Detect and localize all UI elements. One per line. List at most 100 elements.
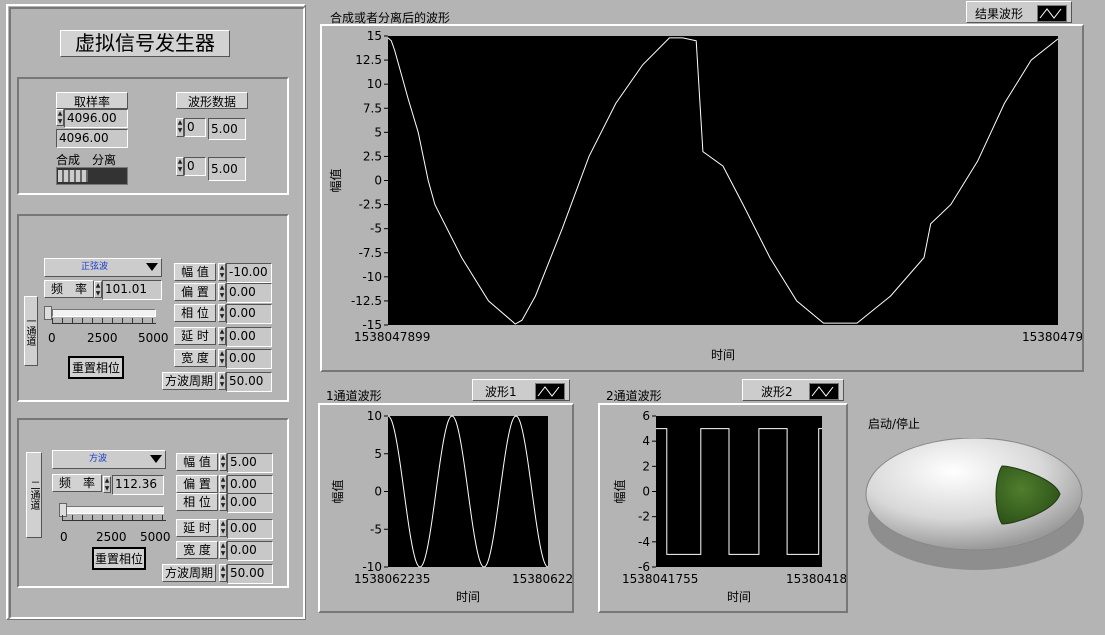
channel2-freq-spinner[interactable]: ▲ ▼ [103,476,111,493]
y-tick-label: -12.5 [351,294,382,308]
ch2-chart: 6420-2-4-615380417551538041856时间幅值 [612,409,846,604]
ch1-chart-legend[interactable]: 波形1 [472,379,570,401]
wave-data-index-spinner-1[interactable]: ▲ ▼ [176,118,184,137]
wave-data-value-2[interactable]: 5.00 [208,157,246,181]
channel2-reset-phase-button[interactable]: 重置相位 [92,547,146,570]
channel1-param-input-2[interactable]: 0.00 [226,304,272,324]
wave-line-icon [535,383,565,400]
main-chart-legend[interactable]: 结果波形 [966,1,1072,23]
x-tick-label: 1538047900 [1022,330,1082,344]
channel2-param-input-3[interactable]: 0.00 [227,519,273,539]
channel2-freq-label: 频 率 [52,474,102,492]
channel2-slider-ticks [62,515,166,521]
y-tick-label: -4 [638,535,650,549]
channel1-tab[interactable]: 一通道 [24,296,38,366]
wave-data-index-spinner-2[interactable]: ▲ ▼ [176,157,184,176]
x-tick-label: 1538062236 [512,572,572,586]
ch1-chart-title: 1通道波形 [326,389,382,403]
channel1-waveform-value: 正弦波 [81,262,109,272]
channel2-freq-input[interactable]: 112.36 [112,475,164,495]
start-stop-button[interactable] [864,438,1088,574]
main-chart: 1512.5107.552.50-2.5-5-7.5-10-12.5-15153… [328,29,1082,362]
channel2-param-label-2: 相 位 [176,493,218,511]
channel1-param-spinner-4[interactable]: ▲ ▼ [218,349,226,367]
y-tick-label: -5 [370,522,382,536]
channel2-param-spinner-5[interactable]: ▲ ▼ [219,564,227,582]
channel2-tick-0: 0 [60,530,68,544]
y-tick-label: 0 [374,174,382,188]
y-axis-label: 幅值 [330,479,345,503]
y-tick-label: -5 [370,222,382,236]
channel1-param-label-2: 相 位 [174,304,216,322]
channel2-tick-2500: 2500 [96,530,127,544]
channel1-param-spinner-2[interactable]: ▲ ▼ [218,304,226,322]
channel1-freq-label: 频 率 [44,280,94,298]
channel2-waveform-select[interactable]: 方波 [52,450,166,469]
channel2-param-input-1[interactable]: 0.00 [227,475,273,495]
wave-data-value-1[interactable]: 5.00 [208,118,246,140]
channel1-param-spinner-0[interactable]: ▲ ▼ [218,263,226,281]
channel2-tab[interactable]: 二通道 [26,452,42,538]
channel2-param-spinner-1[interactable]: ▲ ▼ [219,475,227,493]
chevron-down-icon [146,263,158,271]
channel1-param-input-3[interactable]: 0.00 [226,327,272,347]
channel1-param-input-0[interactable]: -10.00 [226,263,272,283]
channel1-slider-ticks [52,318,156,324]
wave-data-index-2[interactable]: 0 [184,157,206,176]
channel1-param-spinner-1[interactable]: ▲ ▼ [218,283,226,301]
channel1-param-spinner-3[interactable]: ▲ ▼ [218,327,226,345]
channel2-param-spinner-2[interactable]: ▲ ▼ [219,493,227,511]
channel1-param-input-1[interactable]: 0.00 [226,283,272,303]
channel1-param-spinner-5[interactable]: ▲ ▼ [218,372,226,390]
plot-area [656,416,822,567]
channel1-param-label-1: 偏 置 [174,283,216,301]
ch1-chart: 1050-5-1015380622351538062236时间幅值 [330,409,572,604]
channel1-freq-input[interactable]: 101.01 [102,280,162,300]
channel2-param-label-4: 宽 度 [176,541,218,559]
y-tick-label: 2 [642,459,650,473]
y-tick-label: 0 [642,485,650,499]
channel2-param-spinner-3[interactable]: ▲ ▼ [219,519,227,537]
channel2-param-spinner-0[interactable]: ▲ ▼ [219,453,227,471]
y-tick-label: 2.5 [363,149,382,163]
ch2-chart-legend[interactable]: 波形2 [742,379,844,401]
wave-data-index-1[interactable]: 0 [184,118,206,137]
channel1-freq-slider-thumb[interactable] [44,306,52,320]
start-stop-label: 启动/停止 [868,417,921,431]
x-tick-label: 1538062235 [354,572,430,586]
sample-rate-label: 取样率 [56,92,128,109]
wave-data-label: 波形数据 [176,92,248,109]
channel1-param-input-5[interactable]: 50.00 [226,372,272,392]
mode-switch-handle[interactable] [58,170,88,182]
channel2-tick-5000: 5000 [140,530,171,544]
mode-left-label: 合成 [56,153,81,167]
channel2-param-input-4[interactable]: 0.00 [227,541,273,561]
sample-rate-input[interactable]: 4096.00 [64,109,128,128]
y-tick-label: 15 [367,29,382,43]
channel1-freq-slider[interactable] [52,309,156,317]
y-tick-label: -7.5 [359,246,382,260]
channel1-waveform-select[interactable]: 正弦波 [44,258,162,277]
channel2-param-input-5[interactable]: 50.00 [227,564,273,584]
y-tick-label: 5 [374,125,382,139]
ch1-chart-legend-label: 波形1 [485,385,517,399]
channel2-param-label-3: 延 时 [176,519,218,537]
y-tick-label: -2 [638,510,650,524]
y-axis-label: 幅值 [612,479,627,503]
channel1-tick-0: 0 [48,331,56,345]
x-tick-label: 1538041856 [786,572,846,586]
channel2-waveform-value: 方波 [89,454,108,464]
channel2-param-spinner-4[interactable]: ▲ ▼ [219,541,227,559]
channel2-freq-slider[interactable] [60,506,164,514]
channel1-param-input-4[interactable]: 0.00 [226,349,272,369]
channel1-freq-spinner[interactable]: ▲ ▼ [94,281,102,298]
y-tick-label: 10 [367,409,382,423]
channel1-reset-phase-button[interactable]: 重置相位 [68,356,124,379]
wave-line-icon [809,383,839,400]
sample-rate-spinner[interactable]: ▲ ▼ [56,109,64,126]
x-axis-label: 时间 [711,348,735,362]
mode-switch[interactable] [56,167,128,185]
ch2-chart-legend-label: 波形2 [761,385,793,399]
channel2-param-input-0[interactable]: 5.00 [227,453,273,473]
channel2-param-input-2[interactable]: 0.00 [227,493,273,513]
